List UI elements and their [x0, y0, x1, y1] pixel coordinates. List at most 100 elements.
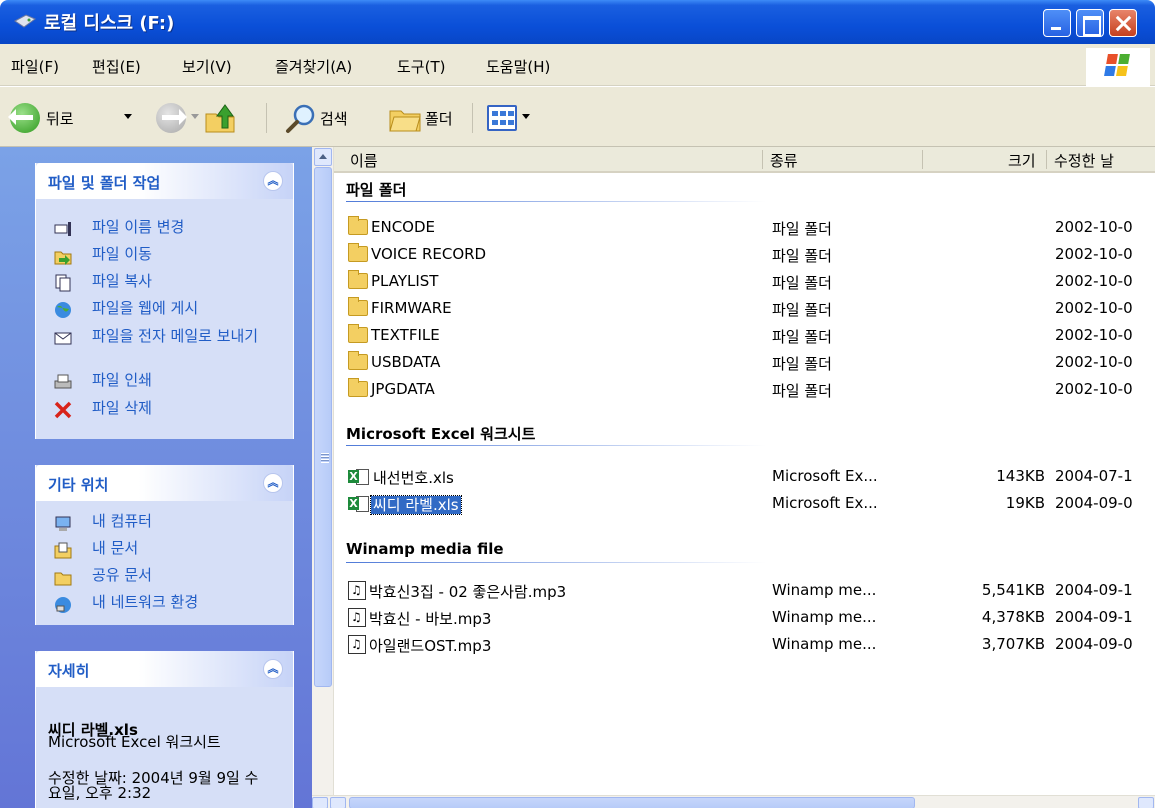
toolbar: 뒤로 검색 폴더: [0, 87, 1155, 147]
scroll-up-icon[interactable]: [314, 148, 332, 166]
place-shared-documents[interactable]: 공유 문서: [92, 567, 292, 583]
folder-icon: [348, 270, 368, 289]
folder-up-icon[interactable]: [204, 102, 238, 134]
list-item[interactable]: PLAYLIST 파일 폴더 2002-10-0: [312, 269, 1155, 293]
task-pane: 파일 및 폴더 작업 ︽ 파일 이름 변경 파일 이동 파일 복사 파일을 웹에…: [0, 147, 312, 808]
task-print[interactable]: 파일 인쇄: [92, 372, 292, 388]
horizontal-scrollbar[interactable]: [312, 795, 1155, 808]
item-date: 2004-09-0: [1055, 635, 1133, 653]
panel-title: 기타 위치: [48, 476, 109, 494]
scroll-left-icon[interactable]: [330, 797, 346, 808]
back-dropdown-icon[interactable]: [124, 114, 132, 119]
list-item[interactable]: 아일랜드OST.mp3 Winamp me... 3,707KB 2004-09…: [312, 632, 1155, 656]
menu-file[interactable]: 파일(F): [11, 56, 59, 77]
scroll-right-icon[interactable]: [1138, 797, 1154, 808]
collapse-chevron-icon[interactable]: ︽: [263, 659, 283, 679]
task-publish-web[interactable]: 파일을 웹에 게시: [92, 300, 292, 316]
group-divider: [346, 445, 766, 446]
search-button-label[interactable]: 검색: [320, 108, 348, 129]
file-list[interactable]: 이름 종류 크기 수정한 날 파일 폴더 ENCODE 파일 폴더 2002-1…: [312, 147, 1155, 808]
panel-header[interactable]: 자세히 ︽: [36, 651, 293, 687]
menu-edit[interactable]: 편집(E): [92, 56, 141, 77]
scroll-down-icon[interactable]: [312, 797, 328, 808]
task-rename[interactable]: 파일 이름 변경: [92, 219, 292, 235]
column-name[interactable]: 이름: [350, 150, 378, 171]
column-type[interactable]: 종류: [770, 150, 798, 171]
menu-favorites[interactable]: 즐겨찾기(A): [275, 56, 352, 77]
media-file-icon: [348, 581, 366, 600]
list-item-selected[interactable]: X 씨디 라벨.xls Microsoft Ex... 19KB 2004-09-…: [312, 491, 1155, 515]
folders-button-label[interactable]: 폴더: [425, 108, 453, 129]
item-type: Microsoft Ex...: [772, 467, 878, 485]
list-item[interactable]: ENCODE 파일 폴더 2002-10-0: [312, 215, 1155, 239]
publish-web-icon: [55, 302, 71, 318]
print-icon: [54, 374, 72, 389]
folders-icon[interactable]: [388, 105, 422, 133]
item-name: 씨디 라벨.xls: [370, 495, 462, 515]
views-dropdown-icon[interactable]: [522, 114, 530, 119]
media-file-icon: [348, 608, 366, 627]
horizontal-scroll-thumb[interactable]: [349, 797, 915, 808]
other-places-panel: 기타 위치 ︽ 내 컴퓨터 내 문서 공유 문서 내 네트워크 환경: [35, 465, 294, 625]
list-item[interactable]: FIRMWARE 파일 폴더 2002-10-0: [312, 296, 1155, 320]
place-my-documents[interactable]: 내 문서: [92, 540, 292, 556]
menu-help[interactable]: 도움말(H): [486, 56, 550, 77]
back-button-label[interactable]: 뒤로: [46, 108, 74, 129]
panel-title: 파일 및 폴더 작업: [48, 174, 161, 192]
item-name: 박효신 - 바보.mp3: [369, 610, 492, 628]
group-header: Winamp media file: [346, 540, 504, 558]
item-type: 파일 폴더: [772, 355, 832, 373]
rename-icon: [54, 222, 71, 236]
item-name: 내선번호.xls: [373, 469, 454, 487]
item-date: 2004-09-0: [1055, 494, 1133, 512]
column-separator[interactable]: [1046, 150, 1047, 169]
list-item[interactable]: X 내선번호.xls Microsoft Ex... 143KB 2004-07-…: [312, 464, 1155, 488]
column-separator[interactable]: [922, 150, 923, 169]
place-network[interactable]: 내 네트워크 환경: [92, 594, 292, 610]
task-move[interactable]: 파일 이동: [92, 246, 292, 262]
list-item[interactable]: 박효신 - 바보.mp3 Winamp me... 4,378KB 2004-0…: [312, 605, 1155, 629]
item-name: 아일랜드OST.mp3: [369, 637, 492, 655]
list-item[interactable]: USBDATA 파일 폴더 2002-10-0: [312, 350, 1155, 374]
list-item[interactable]: JPGDATA 파일 폴더 2002-10-0: [312, 377, 1155, 401]
forward-dropdown-icon[interactable]: [191, 114, 199, 119]
menu-view[interactable]: 보기(V): [182, 56, 232, 77]
views-icon[interactable]: [487, 105, 517, 131]
group-divider: [346, 201, 766, 202]
collapse-chevron-icon[interactable]: ︽: [263, 171, 283, 191]
place-my-computer[interactable]: 내 컴퓨터: [92, 513, 292, 529]
forward-arrow-icon[interactable]: [156, 103, 187, 133]
column-separator[interactable]: [762, 150, 763, 169]
copy-icon: [55, 274, 71, 292]
back-arrow-icon[interactable]: [8, 103, 40, 133]
item-name: JPGDATA: [371, 380, 435, 398]
item-type: 파일 폴더: [772, 274, 832, 292]
panel-header[interactable]: 파일 및 폴더 작업 ︽: [36, 163, 293, 199]
item-size: 3,707KB: [981, 635, 1045, 653]
collapse-chevron-icon[interactable]: ︽: [263, 473, 283, 493]
menu-tools[interactable]: 도구(T): [397, 56, 445, 77]
delete-icon: [54, 401, 72, 419]
title-bar[interactable]: 로컬 디스크 (F:): [0, 0, 1155, 44]
search-icon[interactable]: [284, 103, 318, 135]
column-size[interactable]: 크기: [1008, 150, 1036, 171]
my-computer-icon: [55, 516, 71, 531]
task-email[interactable]: 파일을 전자 메일로 보내기: [92, 328, 292, 344]
list-item[interactable]: VOICE RECORD 파일 폴더 2002-10-0: [312, 242, 1155, 266]
item-name: USBDATA: [371, 353, 441, 371]
close-button[interactable]: [1109, 9, 1137, 37]
panel-header[interactable]: 기타 위치 ︽: [36, 465, 293, 501]
task-delete[interactable]: 파일 삭제: [92, 400, 292, 416]
minimize-button[interactable]: [1043, 9, 1071, 37]
list-item[interactable]: 박효신3집 - 02 좋은사람.mp3 Winamp me... 5,541KB…: [312, 578, 1155, 602]
maximize-button[interactable]: [1076, 9, 1104, 37]
item-size: 19KB: [1005, 494, 1045, 512]
task-copy[interactable]: 파일 복사: [92, 273, 292, 289]
item-name: VOICE RECORD: [371, 245, 487, 263]
my-documents-icon: [54, 542, 72, 559]
window-title: 로컬 디스크 (F:): [44, 13, 175, 34]
item-date: 2002-10-0: [1055, 218, 1133, 236]
item-name: FIRMWARE: [371, 299, 452, 317]
list-item[interactable]: TEXTFILE 파일 폴더 2002-10-0: [312, 323, 1155, 347]
column-modified[interactable]: 수정한 날: [1054, 150, 1114, 171]
